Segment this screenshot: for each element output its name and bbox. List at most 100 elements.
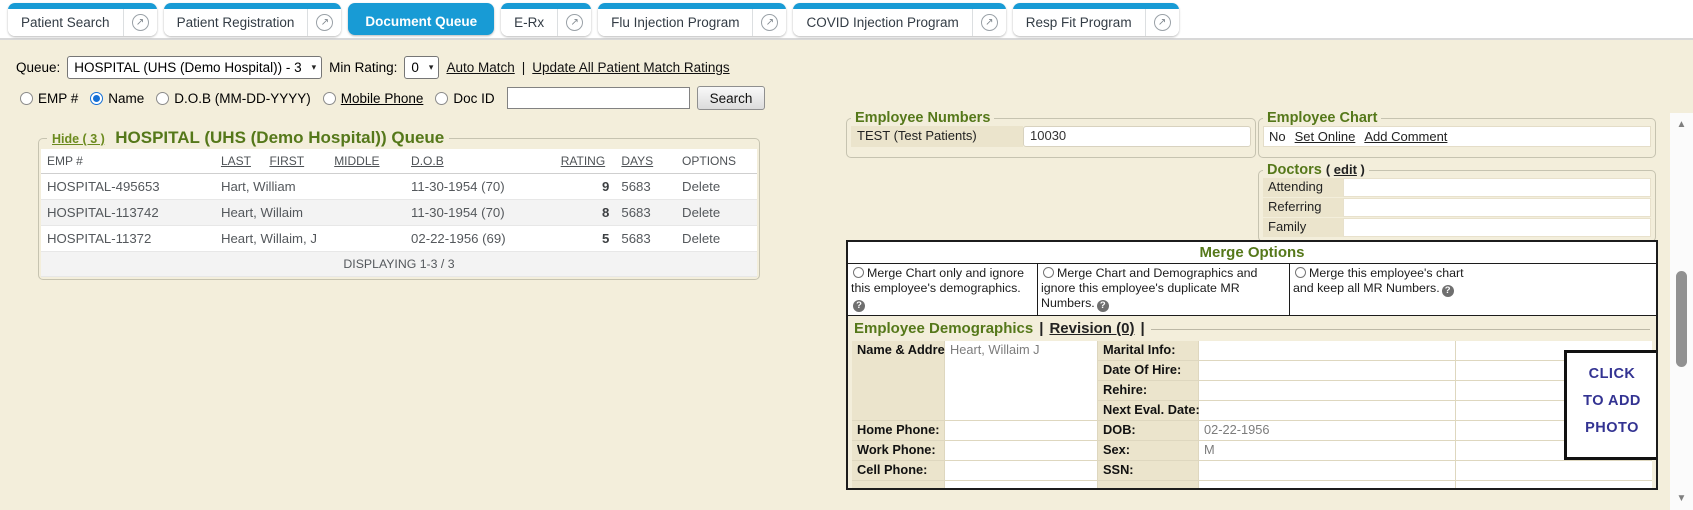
doctor-row: Referring xyxy=(1263,198,1651,217)
radio-icon xyxy=(1295,267,1306,278)
help-icon[interactable]: ? xyxy=(1442,285,1454,297)
doctor-row: Family xyxy=(1263,218,1651,237)
search-input[interactable] xyxy=(507,87,690,109)
table-row[interactable]: HOSPITAL-11372 Heart, Willaim, J 02-22-1… xyxy=(41,226,757,252)
radio-label: Doc ID xyxy=(453,91,494,106)
column-header-days[interactable]: DAYS xyxy=(615,149,676,174)
displaying-count-text: DISPLAYING 1-3 / 3 xyxy=(41,252,757,277)
tab-flu-injection-program[interactable]: Flu Injection Program ↗ xyxy=(598,3,786,36)
radio-label: EMP # xyxy=(38,91,78,106)
cell-phone-value xyxy=(945,461,1097,480)
name-address-label: Name & Address: xyxy=(852,341,944,420)
column-header-first[interactable]: FIRST xyxy=(263,149,328,174)
tab-label: E-Rx xyxy=(501,15,557,30)
column-header-rating[interactable]: RATING xyxy=(555,149,616,174)
table-row[interactable]: HOSPITAL-113742 Heart, Willaim 11-30-195… xyxy=(41,200,757,226)
employee-numbers-panel: Employee Numbers TEST (Test Patients) 10… xyxy=(846,110,1256,158)
radio-option-emp[interactable]: EMP # xyxy=(20,91,78,106)
queue-label: Queue: xyxy=(16,60,60,75)
dob-cell: 02-22-1956 (69) xyxy=(405,226,555,252)
date-of-hire-label: Date Of Hire: xyxy=(1098,361,1198,380)
main-content: Queue: HOSPITAL (UHS (Demo Hospital)) - … xyxy=(0,40,1693,510)
patient-match-table: EMP # LAST FIRST MIDDLE D.O.B RATING DAY… xyxy=(41,149,757,277)
add-photo-button[interactable]: CLICK TO ADD PHOTO xyxy=(1564,350,1658,460)
radio-icon xyxy=(156,92,169,105)
radio-option-doc-id[interactable]: Doc ID xyxy=(435,91,494,106)
delete-link[interactable]: Delete xyxy=(676,200,757,226)
vertical-scrollbar[interactable]: ▲ ▼ xyxy=(1670,113,1693,510)
search-button[interactable]: Search xyxy=(697,86,766,110)
column-header-options: OPTIONS xyxy=(676,149,757,174)
auto-match-link[interactable]: Auto Match xyxy=(446,60,514,75)
update-all-ratings-link[interactable]: Update All Patient Match Ratings xyxy=(532,60,729,75)
add-comment-link[interactable]: Add Comment xyxy=(1364,129,1447,144)
external-link-icon: ↗ xyxy=(761,14,778,31)
scroll-down-arrow[interactable]: ▼ xyxy=(1670,493,1693,504)
tab-patient-registration[interactable]: Patient Registration ↗ xyxy=(164,3,342,36)
dob-cell: 11-30-1954 (70) xyxy=(405,200,555,226)
help-icon[interactable]: ? xyxy=(853,300,865,312)
dob-cell: 11-30-1954 (70) xyxy=(405,174,555,200)
merge-chart-and-demographics-option[interactable]: Merge Chart and Demographics and ignore … xyxy=(1038,264,1290,315)
chart-status-text: No xyxy=(1269,129,1286,144)
employee-numbers-title: Employee Numbers xyxy=(851,110,994,126)
tab-document-queue[interactable]: Document Queue xyxy=(348,3,494,35)
tab-resp-fit-program[interactable]: Resp Fit Program ↗ xyxy=(1013,3,1179,36)
tab-covid-injection-program[interactable]: COVID Injection Program ↗ xyxy=(793,3,1005,36)
days-cell: 5683 xyxy=(615,226,676,252)
radio-option-mobile-phone[interactable]: Mobile Phone xyxy=(323,91,424,106)
emp-number-cell: HOSPITAL-113742 xyxy=(41,200,215,226)
tab-bar: Patient Search ↗ Patient Registration ↗ … xyxy=(0,0,1693,40)
open-new-window-button[interactable]: ↗ xyxy=(1145,9,1179,36)
radio-label: Mobile Phone xyxy=(341,91,424,106)
queue-panel-title: HOSPITAL (UHS (Demo Hospital)) Queue xyxy=(115,128,444,147)
table-row[interactable]: HOSPITAL-495653 Hart, William 11-30-1954… xyxy=(41,174,757,200)
rating-cell: 5 xyxy=(555,226,616,252)
delete-link[interactable]: Delete xyxy=(676,174,757,200)
radio-label: D.O.B (MM-DD-YYYY) xyxy=(174,91,311,106)
radio-option-name[interactable]: Name xyxy=(90,91,144,106)
rehire-value xyxy=(1199,381,1455,400)
radio-option-dob[interactable]: D.O.B (MM-DD-YYYY) xyxy=(156,91,311,106)
merge-chart-only-option[interactable]: Merge Chart only and ignore this employe… xyxy=(848,264,1038,315)
set-online-link[interactable]: Set Online xyxy=(1295,129,1356,144)
ssn-label: SSN: xyxy=(1098,461,1198,480)
dob-value: 02-22-1956 xyxy=(1199,421,1455,440)
open-new-window-button[interactable]: ↗ xyxy=(557,9,591,36)
merge-options-row: Merge Chart only and ignore this employe… xyxy=(848,264,1656,316)
name-cell: Heart, Willaim xyxy=(215,200,405,226)
tab-label: Resp Fit Program xyxy=(1013,15,1145,30)
employee-number-source-label: TEST (Test Patients) xyxy=(851,126,1023,147)
tab-patient-search[interactable]: Patient Search ↗ xyxy=(8,3,157,36)
doctors-panel: Doctors ( edit ) Attending Referring Fam… xyxy=(1258,162,1656,242)
open-new-window-button[interactable]: ↗ xyxy=(972,9,1006,36)
merge-keep-all-mr-option[interactable]: Merge this employee's chart and keep all… xyxy=(1290,264,1656,315)
divider xyxy=(1151,329,1650,330)
help-icon[interactable]: ? xyxy=(1097,300,1109,312)
column-header-middle[interactable]: MIDDLE xyxy=(328,149,405,174)
open-new-window-button[interactable]: ↗ xyxy=(752,9,786,36)
edit-doctors-link[interactable]: edit xyxy=(1334,162,1357,177)
ssn-value xyxy=(1199,461,1455,480)
home-phone-value xyxy=(945,421,1097,440)
min-rating-select[interactable]: 0 ▾ xyxy=(404,56,439,79)
hide-queue-link[interactable]: Hide ( 3 ) xyxy=(52,132,105,146)
merge-option-label: Merge Chart and Demographics and ignore … xyxy=(1041,266,1257,310)
queue-select[interactable]: HOSPITAL (UHS (Demo Hospital)) - 3 ▾ xyxy=(67,56,322,79)
tab-e-rx[interactable]: E-Rx ↗ xyxy=(501,3,591,36)
work-phone-label: Work Phone: xyxy=(852,441,944,460)
photo-column-cell xyxy=(1456,461,1652,480)
open-new-window-button[interactable]: ↗ xyxy=(123,9,157,36)
table-footer-row: DISPLAYING 1-3 / 3 xyxy=(41,252,757,277)
table-header-row: EMP # LAST FIRST MIDDLE D.O.B RATING DAY… xyxy=(41,149,757,174)
column-header-dob[interactable]: D.O.B xyxy=(405,149,555,174)
delete-link[interactable]: Delete xyxy=(676,226,757,252)
column-header-last[interactable]: LAST xyxy=(215,149,264,174)
open-new-window-button[interactable]: ↗ xyxy=(307,9,341,36)
doctor-row: Attending xyxy=(1263,178,1651,197)
scroll-up-arrow[interactable]: ▲ xyxy=(1670,119,1693,130)
radio-icon xyxy=(1043,267,1054,278)
scrollbar-thumb[interactable] xyxy=(1676,271,1687,367)
rating-cell: 8 xyxy=(555,200,616,226)
revision-link[interactable]: Revision (0) xyxy=(1049,320,1134,337)
